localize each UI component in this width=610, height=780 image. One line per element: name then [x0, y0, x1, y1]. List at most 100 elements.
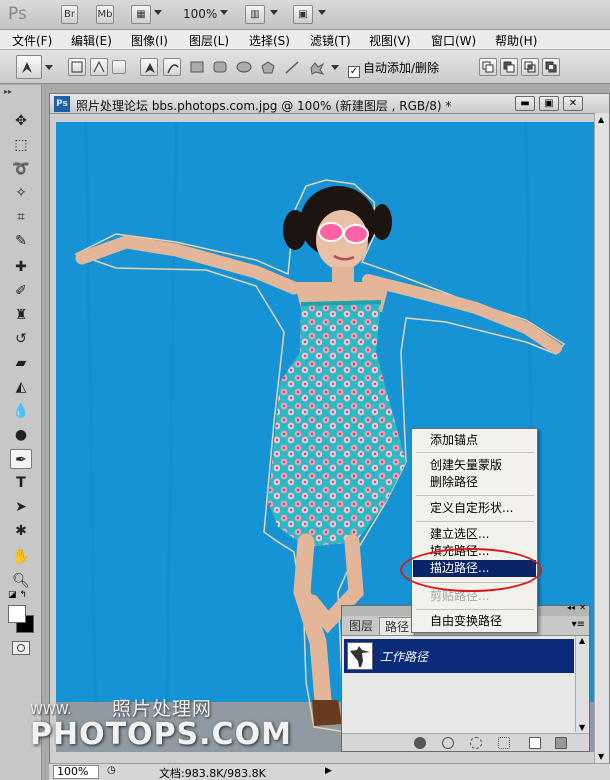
subtract-paths-icon[interactable]: [500, 58, 518, 76]
close-icon[interactable]: ✕: [563, 96, 583, 111]
paths-mode-icon[interactable]: [90, 58, 108, 76]
chevron-down-icon[interactable]: [45, 65, 53, 70]
ellipse-tool-icon[interactable]: [236, 61, 252, 73]
clone-stamp-icon[interactable]: ♜: [10, 305, 32, 325]
panel-scrollbar[interactable]: ▲ ▼: [575, 636, 589, 732]
menu-file[interactable]: 文件(F): [12, 32, 52, 49]
fill-path-icon[interactable]: [414, 737, 426, 749]
scroll-up-icon[interactable]: ▲: [579, 636, 585, 645]
move-tool-icon[interactable]: ✥: [10, 111, 32, 131]
paint-bucket-icon[interactable]: ◭: [10, 377, 32, 397]
watermark-brand: PHOTOPS.COM: [30, 717, 292, 752]
mini-bridge-button[interactable]: Mb: [96, 5, 114, 24]
chevron-down-icon[interactable]: [270, 10, 278, 15]
shape-layers-icon[interactable]: [68, 58, 86, 76]
menu-edit[interactable]: 编辑(E): [71, 32, 112, 49]
menu-filter[interactable]: 滤镜(T): [310, 32, 351, 49]
menu-window[interactable]: 窗口(W): [431, 32, 476, 49]
history-brush-icon[interactable]: ↺: [10, 329, 32, 349]
status-menu-icon[interactable]: ▶: [325, 766, 332, 776]
make-work-path-icon[interactable]: [498, 737, 510, 749]
polygon-tool-icon[interactable]: [261, 61, 275, 74]
pen-tool-preset-icon[interactable]: [16, 55, 42, 79]
menu-view[interactable]: 视图(V): [369, 32, 411, 49]
freeform-pen-icon[interactable]: [163, 58, 181, 76]
menu-create-vector-mask[interactable]: 创建矢量蒙版: [413, 457, 536, 474]
eyedropper-icon[interactable]: ✎: [10, 231, 32, 251]
zoom-field[interactable]: 100%: [53, 765, 99, 779]
annotation-circle: [400, 548, 542, 592]
document-tab[interactable]: Ps 照片处理论坛 bbs.photops.com.jpg @ 100% (新建…: [50, 94, 609, 114]
trash-icon[interactable]: [555, 737, 567, 749]
custom-shape-icon[interactable]: [309, 61, 325, 75]
pen-tool-icon[interactable]: [140, 58, 158, 76]
chevron-down-icon[interactable]: [318, 10, 326, 15]
screen-mode-icon[interactable]: ▣: [293, 5, 313, 24]
crop-tool-icon[interactable]: ⌗: [10, 207, 32, 227]
collapse-icon[interactable]: ◂◂: [567, 603, 575, 612]
maximize-icon[interactable]: ▣: [539, 96, 559, 111]
exclude-paths-icon[interactable]: [542, 58, 560, 76]
scroll-up-icon[interactable]: ▲: [598, 115, 604, 124]
load-selection-icon[interactable]: [470, 737, 482, 749]
menu-add-anchor[interactable]: 添加锚点: [413, 432, 536, 449]
scroll-down-icon[interactable]: ▼: [579, 723, 585, 732]
eraser-tool-icon[interactable]: ▰: [10, 353, 32, 373]
chevron-down-icon[interactable]: [220, 10, 228, 15]
path-selection-icon[interactable]: ➤: [10, 497, 32, 517]
lasso-tool-icon[interactable]: ➰: [10, 159, 32, 179]
menu-help[interactable]: 帮助(H): [495, 32, 537, 49]
foreground-color-swatch[interactable]: [8, 605, 26, 623]
chevron-down-icon[interactable]: [331, 65, 339, 70]
fill-pixels-icon[interactable]: [112, 60, 126, 74]
line-tool-icon[interactable]: [285, 61, 299, 74]
minimize-icon[interactable]: ▬: [515, 96, 535, 111]
stroke-path-icon[interactable]: [442, 737, 454, 749]
panel-menu-icon[interactable]: ▾≡: [572, 619, 585, 630]
type-tool-icon[interactable]: T: [10, 473, 32, 493]
hand-tool-icon[interactable]: ✋: [10, 547, 32, 567]
collapse-icon[interactable]: ▸▸: [4, 87, 12, 96]
menu-separator: [416, 495, 534, 496]
checkbox-icon[interactable]: ✓: [348, 66, 360, 78]
custom-shape-tool-icon[interactable]: ✱: [10, 521, 32, 541]
quick-mask-icon[interactable]: [12, 641, 30, 655]
new-path-icon[interactable]: [529, 737, 541, 749]
zoom-tool-icon[interactable]: 🔍︎: [10, 571, 32, 591]
arrange-documents-icon[interactable]: ▥: [245, 5, 265, 24]
menu-delete-path[interactable]: 删除路径: [413, 474, 536, 491]
intersect-paths-icon[interactable]: [521, 58, 539, 76]
ps-logo: Ps: [8, 4, 27, 24]
auto-add-delete-checkbox[interactable]: ✓ 自动添加/删除: [348, 59, 439, 78]
healing-brush-icon[interactable]: ✚: [10, 257, 32, 277]
blur-tool-icon[interactable]: 💧: [10, 401, 32, 421]
default-colors-icon[interactable]: ◪ ↰: [8, 590, 27, 600]
vertical-scrollbar[interactable]: ▲ ▼: [594, 113, 609, 763]
rectangle-tool-icon[interactable]: [190, 61, 204, 73]
tab-layers[interactable]: 图层: [344, 617, 378, 635]
brush-tool-icon[interactable]: ✐: [10, 281, 32, 301]
menu-free-transform-path[interactable]: 自由变换路径: [413, 613, 536, 630]
view-extras-icon[interactable]: ▦: [131, 5, 151, 24]
ps-document-icon: Ps: [54, 96, 70, 112]
bridge-button[interactable]: Br: [61, 5, 78, 24]
menu-make-selection[interactable]: 建立选区...: [413, 526, 536, 543]
menu-image[interactable]: 图像(I): [131, 32, 168, 49]
menu-layer[interactable]: 图层(L): [189, 32, 229, 49]
combine-paths-icon[interactable]: [479, 58, 497, 76]
menu-define-custom-shape[interactable]: 定义自定形状...: [413, 500, 536, 517]
menu-select[interactable]: 选择(S): [249, 32, 290, 49]
marquee-tool-icon[interactable]: ⬚: [10, 135, 32, 155]
dodge-tool-icon[interactable]: ●: [10, 425, 32, 445]
path-row-work-path[interactable]: 工作路径: [344, 639, 574, 673]
scroll-down-icon[interactable]: ▼: [598, 752, 604, 761]
close-icon[interactable]: ✕: [579, 603, 586, 612]
rounded-rectangle-icon[interactable]: [213, 61, 227, 73]
status-info-icon[interactable]: ◷: [107, 765, 116, 776]
chevron-down-icon[interactable]: [154, 10, 162, 15]
zoom-level-select[interactable]: 100%: [183, 7, 217, 21]
menu-separator: [416, 452, 534, 453]
pen-tool-icon[interactable]: ✒: [10, 449, 32, 469]
tab-paths[interactable]: 路径: [379, 617, 416, 635]
magic-wand-icon[interactable]: ✧: [10, 183, 32, 203]
